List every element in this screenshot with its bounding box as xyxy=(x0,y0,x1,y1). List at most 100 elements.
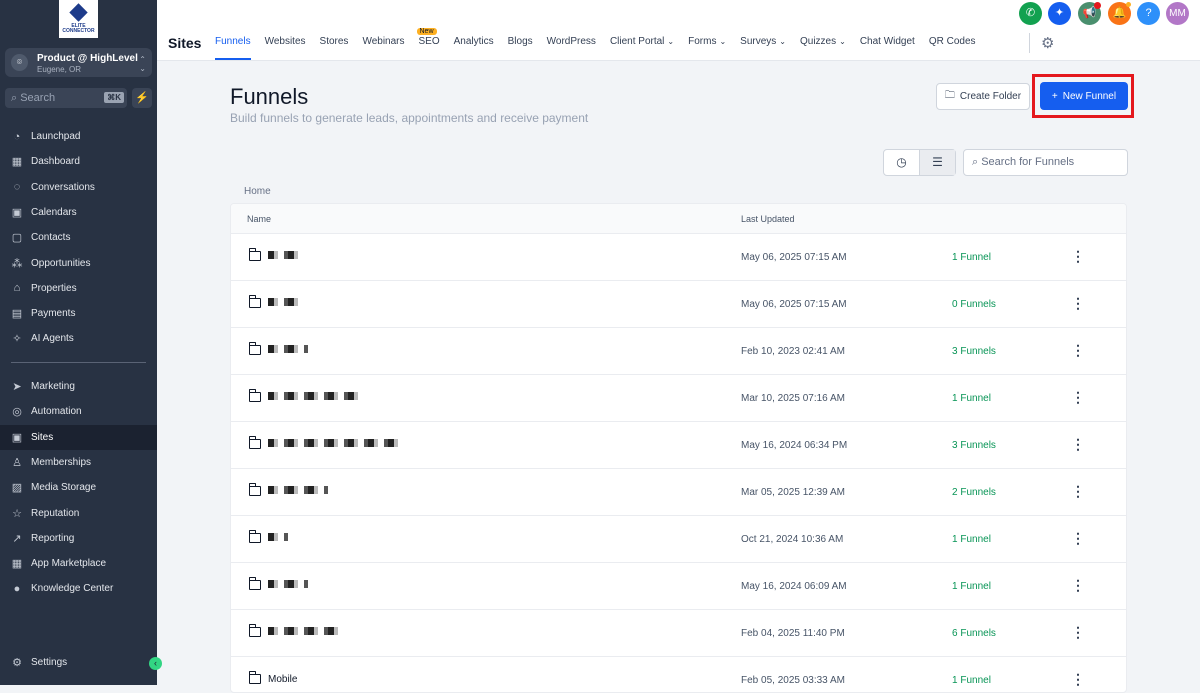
funnel-count[interactable]: 1 Funnel xyxy=(952,393,991,404)
more-options-icon[interactable]: ⋮ xyxy=(1071,295,1085,312)
sidebar-item-reporting[interactable]: ↗Reporting xyxy=(0,526,157,551)
ai-sparkle-icon[interactable]: ✦ xyxy=(1048,2,1071,25)
tab-quizzes[interactable]: Quizzes⌄ xyxy=(800,36,846,60)
table-row[interactable]: MobileFeb 05, 2025 03:33 AM1 Funnel⋮ xyxy=(231,657,1126,693)
gear-icon: ⚙ xyxy=(11,656,23,669)
help-icon[interactable]: ? xyxy=(1137,2,1160,25)
sidebar-item-dashboard[interactable]: ▦Dashboard xyxy=(0,149,157,174)
sidebar-item-conversations[interactable]: ◌Conversations xyxy=(0,175,157,200)
funnel-count[interactable]: 3 Funnels xyxy=(952,440,996,451)
tab-websites[interactable]: Websites xyxy=(265,36,306,60)
folder-icon xyxy=(249,533,261,543)
marketing-icon: ➤ xyxy=(11,380,23,393)
list-view-icon[interactable]: ☰ xyxy=(919,150,955,175)
table-row[interactable]: Oct 21, 2024 10:36 AM1 Funnel⋮ xyxy=(231,516,1126,563)
breadcrumb[interactable]: Home xyxy=(244,186,271,197)
more-options-icon[interactable]: ⋮ xyxy=(1071,530,1085,547)
sidebar-item-label: App Marketplace xyxy=(31,558,106,569)
sidebar-item-properties[interactable]: ⌂Properties xyxy=(0,276,157,301)
phone-icon[interactable]: ✆ xyxy=(1019,2,1042,25)
recent-view-clock-icon[interactable]: ◷ xyxy=(884,150,919,175)
table-row[interactable]: Mar 05, 2025 12:39 AM2 Funnels⋮ xyxy=(231,469,1126,516)
tab-stores[interactable]: Stores xyxy=(320,36,349,60)
sidebar-item-marketing[interactable]: ➤Marketing xyxy=(0,374,157,399)
search-placeholder: Search for Funnels xyxy=(981,156,1074,168)
sidebar-item-contacts[interactable]: ▢Contacts xyxy=(0,225,157,250)
tab-forms[interactable]: Forms⌄ xyxy=(688,36,726,60)
funnel-count[interactable]: 3 Funnels xyxy=(952,346,996,357)
table-row[interactable]: May 06, 2025 07:15 AM1 Funnel⋮ xyxy=(231,234,1126,281)
more-options-icon[interactable]: ⋮ xyxy=(1071,436,1085,453)
tab-client-portal[interactable]: Client Portal⌄ xyxy=(610,36,674,60)
table-row[interactable]: Feb 10, 2023 02:41 AM3 Funnels⋮ xyxy=(231,328,1126,375)
megaphone-icon[interactable]: 📢 xyxy=(1078,2,1101,25)
table-row[interactable]: May 16, 2024 06:34 PM 3 Funnels ⋮ xyxy=(231,422,1126,469)
sidebar-item-automation[interactable]: ◎Automation xyxy=(0,399,157,424)
media-storage-icon: ▨ xyxy=(11,481,23,494)
table-row[interactable]: Mar 10, 2025 07:16 AM1 Funnel⋮ xyxy=(231,375,1126,422)
sidebar-item-app-marketplace[interactable]: ▦App Marketplace xyxy=(0,551,157,576)
account-switcher[interactable]: ⌾ Product @ HighLevel Eugene, OR ⌃⌄ xyxy=(5,48,152,77)
sidebar-item-settings[interactable]: ⚙Settings xyxy=(0,650,157,675)
tab-wordpress[interactable]: WordPress xyxy=(547,36,596,60)
bell-icon[interactable]: 🔔 xyxy=(1108,2,1131,25)
sidebar-item-media-storage[interactable]: ▨Media Storage xyxy=(0,475,157,500)
table-row[interactable]: Feb 04, 2025 11:40 PM6 Funnels⋮ xyxy=(231,610,1126,657)
sidebar-item-reputation[interactable]: ☆Reputation xyxy=(0,501,157,526)
company-logo[interactable]: ELITECONNECTOR xyxy=(59,0,98,38)
table-row[interactable]: May 16, 2024 06:09 AM1 Funnel⋮ xyxy=(231,563,1126,610)
funnel-count[interactable]: 2 Funnels xyxy=(952,487,996,498)
sidebar-item-label: Dashboard xyxy=(31,156,80,167)
tab-qr-codes[interactable]: QR Codes xyxy=(929,36,976,60)
sidebar-item-sites[interactable]: ▣Sites xyxy=(0,425,157,450)
more-options-icon[interactable]: ⋮ xyxy=(1071,577,1085,594)
tab-webinars[interactable]: Webinars xyxy=(362,36,404,60)
tab-seo[interactable]: NewSEO xyxy=(419,36,440,60)
tab-blogs[interactable]: Blogs xyxy=(508,36,533,60)
more-options-icon[interactable]: ⋮ xyxy=(1071,389,1085,406)
funnel-count[interactable]: 1 Funnel xyxy=(952,534,991,545)
sites-icon: ▣ xyxy=(11,431,23,444)
funnels-table: Name Last Updated May 06, 2025 07:15 AM1… xyxy=(230,203,1127,693)
redacted-folder-name xyxy=(268,298,304,306)
more-options-icon[interactable]: ⋮ xyxy=(1071,671,1085,688)
table-row[interactable]: May 06, 2025 07:15 AM0 Funnels⋮ xyxy=(231,281,1126,328)
tab-label: Analytics xyxy=(454,36,494,47)
collapse-sidebar-button[interactable]: ‹ xyxy=(149,657,162,670)
sidebar-item-calendars[interactable]: ▣Calendars xyxy=(0,200,157,225)
last-updated: May 16, 2024 06:34 PM xyxy=(741,440,847,451)
sidebar-item-knowledge-center[interactable]: ●Knowledge Center xyxy=(0,576,157,601)
tab-chat-widget[interactable]: Chat Widget xyxy=(860,36,915,60)
sidebar-item-launchpad[interactable]: ◔Launchpad xyxy=(0,124,157,149)
sidebar-item-label: Properties xyxy=(31,283,77,294)
sidebar-search[interactable]: ⌕ Search⌘K xyxy=(5,88,127,108)
funnel-count[interactable]: 1 Funnel xyxy=(952,581,991,592)
funnel-count[interactable]: 1 Funnel xyxy=(952,675,991,686)
sidebar-item-opportunities[interactable]: ⁂Opportunities xyxy=(0,251,157,276)
new-funnel-button[interactable]: +New Funnel xyxy=(1040,82,1128,110)
tab-surveys[interactable]: Surveys⌄ xyxy=(740,36,786,60)
sidebar-item-ai-agents[interactable]: ✧AI Agents xyxy=(0,326,157,351)
funnel-count[interactable]: 1 Funnel xyxy=(952,252,991,263)
more-options-icon[interactable]: ⋮ xyxy=(1071,483,1085,500)
sidebar-item-label: Launchpad xyxy=(31,131,81,142)
sidebar-item-payments[interactable]: ▤Payments xyxy=(0,301,157,326)
gear-icon[interactable]: ⚙ xyxy=(1041,34,1054,52)
more-options-icon[interactable]: ⋮ xyxy=(1071,342,1085,359)
tab-funnels[interactable]: Funnels xyxy=(215,36,251,60)
funnel-search-input[interactable]: ⌕ Search for Funnels xyxy=(963,149,1128,176)
create-folder-button[interactable]: 🗀Create Folder xyxy=(936,83,1030,110)
column-header-last-updated[interactable]: Last Updated xyxy=(741,214,795,224)
folder-name[interactable]: Mobile xyxy=(268,674,297,685)
column-header-name[interactable]: Name xyxy=(247,214,271,224)
redacted-folder-name xyxy=(268,580,308,588)
funnel-count[interactable]: 0 Funnels xyxy=(952,299,996,310)
tab-analytics[interactable]: Analytics xyxy=(454,36,494,60)
more-options-icon[interactable]: ⋮ xyxy=(1071,624,1085,641)
avatar[interactable]: MM xyxy=(1166,2,1189,25)
sidebar-item-memberships[interactable]: ♙Memberships xyxy=(0,450,157,475)
funnel-count[interactable]: 6 Funnels xyxy=(952,628,996,639)
top-nav: Sites FunnelsWebsitesStoresWebinarsNewSE… xyxy=(157,0,1200,61)
more-options-icon[interactable]: ⋮ xyxy=(1071,248,1085,265)
quick-action-icon[interactable]: ⚡ xyxy=(132,88,152,108)
